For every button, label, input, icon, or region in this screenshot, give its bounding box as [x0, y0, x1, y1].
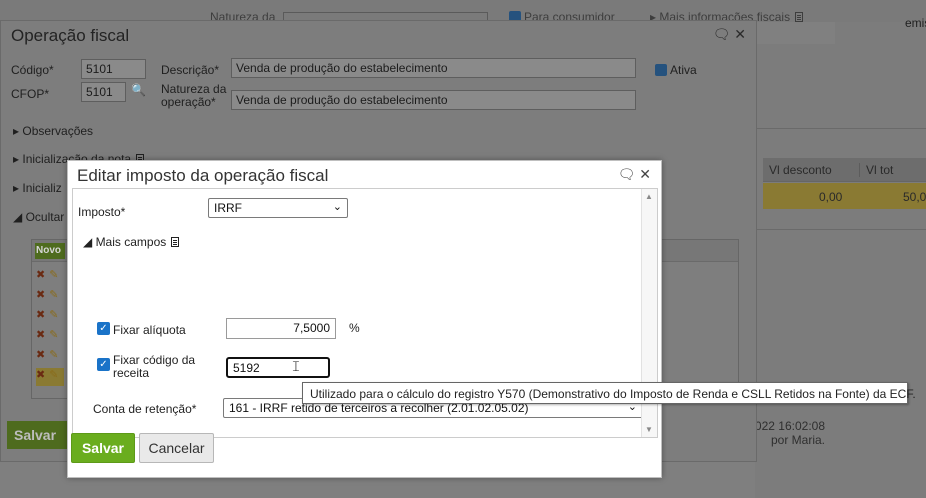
- delete-icon[interactable]: ✖: [36, 289, 45, 301]
- mais-campos-toggle[interactable]: ◢ Mais campos: [83, 235, 180, 249]
- delete-icon[interactable]: ✖: [36, 329, 45, 341]
- section-observacoes[interactable]: ▸ Observações: [13, 124, 93, 138]
- cfop-label: CFOP*: [11, 87, 50, 101]
- chevron-down-icon: ⌄: [332, 201, 342, 213]
- natureza-field[interactable]: Venda de produção do estabelecimento: [231, 90, 636, 110]
- edit-icon[interactable]: ✎: [49, 369, 58, 381]
- cancel-button[interactable]: Cancelar: [139, 433, 214, 463]
- row-actions: ✖ ✎: [36, 328, 64, 346]
- outer-dialog-icons: 🗨 ✕: [713, 26, 746, 43]
- items-table-row: 0,00 50,0: [763, 183, 926, 209]
- section-label: Observações: [22, 124, 94, 138]
- emissao-cell: emissão: [755, 16, 926, 44]
- cell-vl-tot: 50,0: [903, 190, 926, 204]
- imposto-label: Imposto*: [78, 205, 126, 219]
- search-icon[interactable]: 🔍: [131, 83, 146, 97]
- edit-icon[interactable]: ✎: [49, 309, 58, 321]
- edit-icon[interactable]: ✎: [49, 349, 58, 361]
- fixar-codigo-checkbox[interactable]: ✓: [97, 358, 110, 371]
- outer-save-button[interactable]: Salvar: [7, 421, 69, 449]
- novo-button[interactable]: Novo: [35, 243, 65, 259]
- edit-icon[interactable]: ✎: [49, 269, 58, 281]
- comment-icon[interactable]: 🗨: [713, 26, 731, 42]
- row-actions: ✖ ✎: [36, 368, 64, 386]
- items-table-header: Vl desconto Vl tot: [763, 158, 926, 182]
- row-actions: ✖ ✎: [36, 288, 64, 306]
- codigo-field[interactable]: 5101: [81, 59, 146, 79]
- descricao-label: Descrição*: [161, 63, 220, 77]
- fixar-codigo-label: Fixar código da receita: [113, 353, 196, 380]
- document-icon: [795, 12, 804, 22]
- document-icon: [171, 237, 180, 247]
- checkbox-icon: [655, 64, 667, 76]
- delete-icon[interactable]: ✖: [36, 269, 45, 281]
- background-header: Natureza da Para consumidor ▸ Mais infor…: [0, 0, 926, 24]
- conta-retencao-label: Conta de retenção*: [93, 402, 197, 416]
- codigo-receita-input[interactable]: 5192: [226, 357, 330, 378]
- imposto-value: IRRF: [214, 201, 242, 215]
- codigo-label: Código*: [11, 63, 54, 77]
- cell-vl-desconto: 0,00: [819, 190, 843, 204]
- ativa-label: Ativa: [670, 63, 697, 77]
- col-vl-tot: Vl tot: [859, 163, 893, 177]
- dialog-title-icons: 🗨 ✕: [618, 166, 651, 183]
- mais-campos-label: Mais campos: [95, 235, 167, 249]
- descricao-field[interactable]: Venda de produção do estabelecimento: [231, 58, 636, 78]
- section-ocultar[interactable]: ◢ Ocultar: [13, 210, 64, 224]
- delete-icon[interactable]: ✖: [36, 309, 45, 321]
- edit-icon[interactable]: ✎: [49, 329, 58, 341]
- save-button[interactable]: Salvar: [71, 433, 135, 463]
- divider: [755, 229, 926, 230]
- section-inicializ[interactable]: ▸ Inicializ: [13, 181, 62, 195]
- row-actions: ✖ ✎: [36, 348, 64, 366]
- aliquota-input[interactable]: 7,5000: [226, 318, 336, 339]
- fixar-aliquota-checkbox[interactable]: ✓: [97, 322, 110, 335]
- close-icon[interactable]: ✕: [734, 26, 746, 42]
- fixar-aliquota-label: Fixar alíquota: [113, 323, 186, 337]
- comment-icon[interactable]: 🗨: [618, 166, 636, 182]
- close-icon[interactable]: ✕: [639, 166, 651, 182]
- emissao-label: emissão: [905, 16, 926, 30]
- cfop-field[interactable]: 5101: [81, 82, 126, 102]
- edit-tax-dialog-title: Editar imposto da operação fiscal: [77, 166, 329, 185]
- scroll-up-icon[interactable]: ▲: [645, 192, 653, 201]
- tooltip: Utilizado para o cálculo do registro Y57…: [302, 382, 916, 404]
- row-actions: ✖ ✎: [36, 308, 64, 326]
- text-cursor-icon: 𝙸: [291, 358, 301, 374]
- section-label: Inicializ: [22, 181, 62, 195]
- background-right-panel: emissão Vl desconto Vl tot 0,00 50,0 6/2…: [738, 16, 926, 498]
- imposto-select[interactable]: IRRF ⌄: [208, 198, 348, 218]
- ativa-checkbox[interactable]: Ativa: [655, 63, 697, 77]
- natureza-label: Natureza da operação*: [161, 82, 227, 109]
- edit-tax-dialog: Editar imposto da operação fiscal 🗨 ✕ Im…: [67, 160, 662, 478]
- edit-icon[interactable]: ✎: [49, 289, 58, 301]
- percent-label: %: [349, 321, 360, 335]
- col-vl-desconto: Vl desconto: [769, 163, 832, 177]
- section-label: Ocultar: [25, 210, 65, 224]
- divider: [755, 128, 926, 129]
- delete-icon[interactable]: ✖: [36, 349, 45, 361]
- scroll-down-icon[interactable]: ▼: [645, 425, 653, 434]
- delete-icon[interactable]: ✖: [36, 369, 45, 381]
- outer-dialog-title: Operação fiscal: [11, 26, 130, 45]
- row-actions: ✖ ✎: [36, 268, 64, 286]
